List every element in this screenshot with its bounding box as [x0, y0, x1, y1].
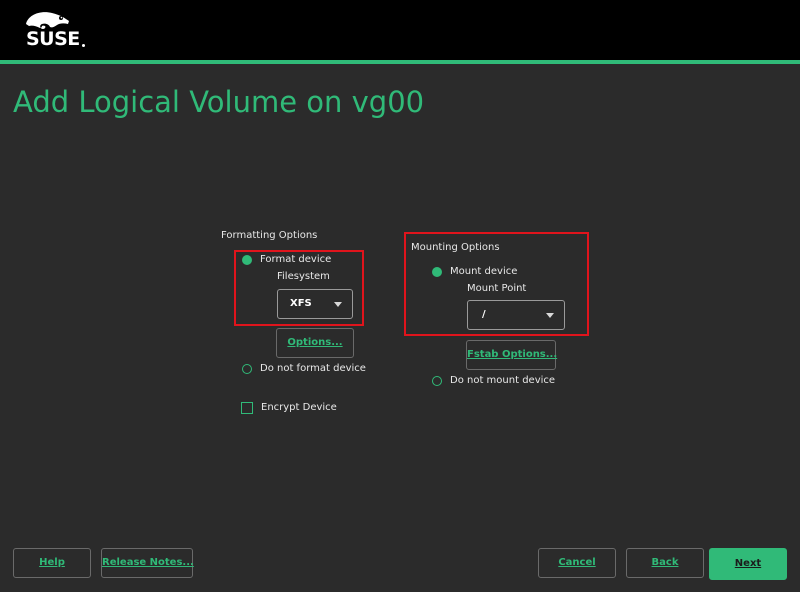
- do-not-format-label[interactable]: Do not format device: [260, 364, 366, 374]
- filesystem-combo[interactable]: XFS: [277, 289, 353, 319]
- release-notes-button[interactable]: Release Notes...: [101, 548, 194, 578]
- mount-point-combo[interactable]: /: [467, 300, 565, 330]
- format-device-radio[interactable]: [242, 255, 252, 265]
- page-title: Add Logical Volume on vg00: [13, 85, 425, 119]
- do-not-mount-radio[interactable]: [432, 376, 442, 386]
- format-device-label[interactable]: Format device: [260, 255, 331, 265]
- fstab-options-button[interactable]: Fstab Options...: [466, 340, 557, 370]
- mounting-options-heading: Mounting Options: [411, 242, 500, 253]
- back-button[interactable]: Back: [626, 548, 704, 578]
- chevron-down-icon: [334, 302, 342, 307]
- encrypt-device-checkbox[interactable]: [241, 402, 253, 414]
- mount-point-label: Mount Point: [467, 283, 527, 294]
- top-bar: SUSE: [0, 0, 800, 60]
- chevron-down-icon: [546, 313, 554, 318]
- filesystem-label: Filesystem: [277, 271, 330, 282]
- mount-device-radio[interactable]: [432, 267, 442, 277]
- help-button[interactable]: Help: [13, 548, 91, 578]
- encrypt-device-label[interactable]: Encrypt Device: [261, 403, 337, 413]
- filesystem-value: XFS: [290, 298, 312, 309]
- cancel-button[interactable]: Cancel: [538, 548, 616, 578]
- format-options-button[interactable]: Options...: [276, 328, 354, 358]
- mount-point-value: /: [482, 309, 486, 320]
- do-not-mount-label[interactable]: Do not mount device: [450, 376, 555, 386]
- suse-logo: SUSE: [14, 9, 90, 51]
- logo-dot: [82, 44, 85, 47]
- mount-device-label[interactable]: Mount device: [450, 267, 517, 277]
- do-not-format-radio[interactable]: [242, 364, 252, 374]
- formatting-options-heading: Formatting Options: [221, 230, 318, 241]
- next-button[interactable]: Next: [709, 548, 787, 580]
- suse-wordmark: SUSE: [26, 28, 80, 50]
- header-accent-line: [0, 60, 800, 64]
